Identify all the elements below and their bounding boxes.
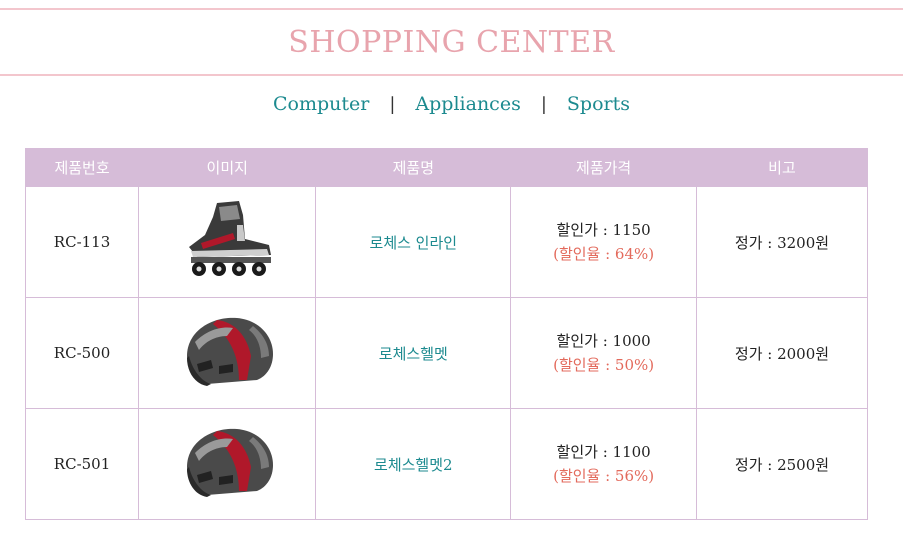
product-table: 제품번호 이미지 제품명 제품가격 비고 RC-113 로체스 인라인 할인가 … — [24, 148, 869, 520]
column-header-name: 제품명 — [315, 148, 512, 187]
sale-price: 할인가 : 1150 — [556, 221, 651, 239]
table-row: RC-501 로체스헬멧2 할인가: 1100 (할인율: 56%) 정가 … — [24, 408, 869, 520]
list-price: 정가 : 2000원 — [695, 297, 869, 409]
product-code: RC-501 — [24, 408, 140, 520]
discount-rate: (할인율 : 56%) — [553, 467, 655, 485]
table-row: RC-500 로체스헬멧 할인가 : 1000 (할인율: 50%) 정가:… — [24, 297, 869, 409]
column-header-note: 비고 — [695, 148, 869, 187]
product-code: RC-113 — [24, 186, 140, 298]
sale-price: 할인가 : 1100 — [556, 443, 651, 461]
column-header-code: 제품번호 — [24, 148, 140, 187]
nav-link-computer[interactable]: Computer — [273, 93, 369, 115]
product-name-link[interactable]: 로체스헬멧2 — [374, 456, 453, 474]
list-price: 정가 : 2500원 — [695, 408, 869, 520]
product-price-cell: 할인가 : 1100 (할인율 : 56%) — [510, 408, 697, 520]
page-header: SHOPPING CENTER — [0, 8, 903, 76]
product-name-cell: 로체스 인라인 — [315, 186, 512, 298]
nav-link-sports[interactable]: Sports — [567, 93, 630, 115]
product-image-cell — [138, 297, 317, 409]
bike-helmet-image[interactable] — [177, 417, 277, 507]
product-price-cell: 할인가 : 1000 (할인율 : 50%) — [510, 297, 697, 409]
product-name-link[interactable]: 로체스 인라인 — [370, 234, 458, 252]
product-image-cell — [138, 186, 317, 298]
product-image-cell — [138, 408, 317, 520]
nav-separator: | — [540, 93, 547, 115]
nav-link-appliances[interactable]: Appliances — [415, 93, 520, 115]
product-name-link[interactable]: 로체스헬멧 — [379, 345, 448, 363]
product-name-cell: 로체스헬멧 — [315, 297, 512, 409]
inline-skate-image[interactable] — [177, 195, 277, 285]
page-title: SHOPPING CENTER — [288, 24, 615, 60]
bike-helmet-image[interactable] — [177, 306, 277, 396]
nav-separator: | — [389, 93, 396, 115]
product-code: RC-500 — [24, 297, 140, 409]
table-header-row: 제품번호 이미지 제품명 제품가격 비고 — [24, 148, 869, 187]
sale-price: 할인가 : 1000 — [556, 332, 651, 350]
discount-rate: (할인율 : 64%) — [553, 245, 655, 263]
discount-rate: (할인율 : 50%) — [553, 356, 655, 374]
column-header-image: 이미지 — [138, 148, 317, 187]
list-price: 정가 : 3200원 — [695, 186, 869, 298]
column-header-price: 제품가격 — [510, 148, 697, 187]
category-nav: Computer | Appliances | Sports — [0, 88, 903, 120]
product-name-cell: 로체스헬멧2 — [315, 408, 512, 520]
product-price-cell: 할인가 : 1150 (할인율 : 64%) — [510, 186, 697, 298]
table-row: RC-113 로체스 인라인 할인가: 1150 (할인율: 64%) 정가… — [24, 186, 869, 298]
